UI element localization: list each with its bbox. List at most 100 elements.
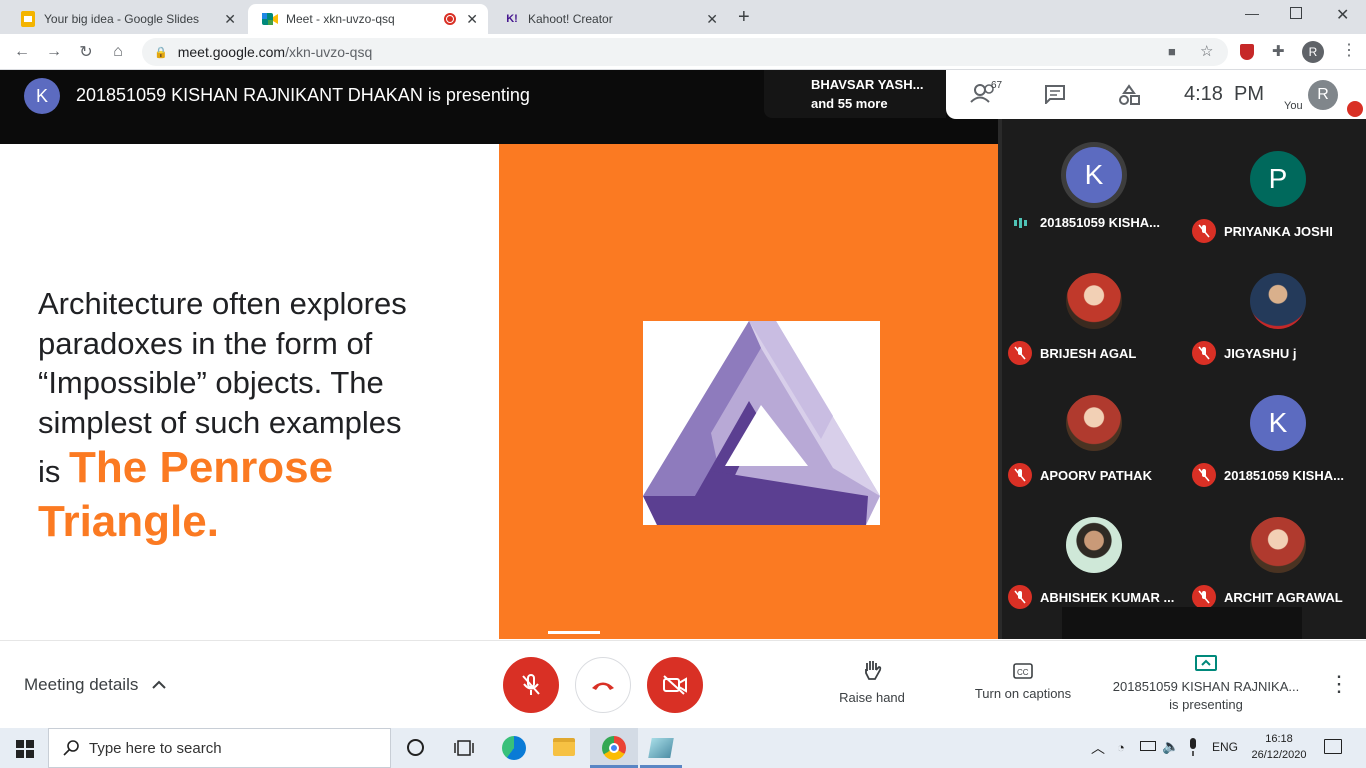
presentation-stage: Architecture often explores paradoxes in…: [0, 144, 998, 639]
participant-photo: [1066, 273, 1122, 329]
meet-controls: Meeting details Raise hand CC Turn on ca…: [0, 640, 1366, 728]
slide-line: is: [38, 454, 61, 489]
presenting-line1: 201851059 KISHAN RAJNIKA...: [1112, 679, 1300, 694]
participant-tile[interactable]: BRIJESH AGAL: [1002, 273, 1186, 365]
windows-taskbar: Type here to search ︿ ◔ 🔈 ENG 16:18 26/1…: [0, 728, 1366, 768]
start-button[interactable]: [16, 740, 34, 763]
task-view-icon[interactable]: [454, 739, 474, 762]
tab-kahoot[interactable]: K! Kahoot! Creator ✕: [490, 4, 728, 34]
present-screen-icon: [1195, 655, 1217, 671]
minimize-icon[interactable]: —: [1245, 5, 1259, 21]
more-vert-icon[interactable]: ⋮: [1341, 40, 1357, 60]
close-icon[interactable]: ✕: [466, 11, 478, 28]
leave-call-button[interactable]: [575, 657, 631, 713]
participant-tile[interactable]: ARCHIT AGRAWAL: [1186, 517, 1366, 609]
you-label: You: [1284, 100, 1303, 112]
penrose-triangle-image: [643, 321, 880, 525]
self-mic-off-icon: [1347, 101, 1363, 117]
taskbar-app[interactable]: [640, 728, 682, 768]
participant-tile[interactable]: ABHISHEK KUMAR ...: [1002, 517, 1186, 609]
tab-title: Your big idea - Google Slides: [44, 12, 199, 26]
camera-off-icon: [663, 675, 687, 695]
wifi-icon[interactable]: ◔: [1117, 740, 1125, 755]
close-icon[interactable]: ✕: [224, 11, 236, 28]
participant-tile[interactable]: JIGYASHU j: [1186, 273, 1366, 365]
kahoot-icon: K!: [506, 13, 518, 25]
home-icon[interactable]: ⌂: [106, 40, 130, 64]
notifications-icon[interactable]: [1324, 739, 1342, 754]
browser-tab-strip: Your big idea - Google Slides ✕ Meet - x…: [0, 0, 1366, 34]
participant-count: 67: [991, 80, 1003, 91]
new-tab-icon[interactable]: +: [738, 6, 750, 29]
slide-line: Architecture often explores: [38, 286, 407, 321]
participant-tile[interactable]: APOORV PATHAK: [1002, 395, 1186, 487]
file-explorer-icon[interactable]: [553, 738, 575, 756]
raise-hand-button[interactable]: Raise hand: [822, 659, 922, 705]
profile-avatar[interactable]: R: [1302, 41, 1324, 63]
edge-icon[interactable]: [502, 736, 526, 760]
hand-icon: [865, 661, 882, 680]
participant-tile[interactable]: K 201851059 KISHA...: [1186, 395, 1366, 487]
tab-meet[interactable]: Meet - xkn-uvzo-qsq ✕: [248, 4, 488, 34]
star-icon[interactable]: ☆: [1200, 42, 1213, 60]
participant-photo: [1066, 517, 1122, 573]
participant-photo: [1066, 395, 1122, 451]
url-path: /xkn-uvzo-qsq: [285, 44, 373, 60]
chat-icon: [1045, 85, 1065, 106]
captions-button[interactable]: CC Turn on captions: [960, 663, 1086, 701]
cortana-icon[interactable]: [407, 739, 424, 756]
close-window-icon[interactable]: ✕: [1336, 5, 1349, 25]
shield-extension-icon[interactable]: [1240, 44, 1254, 60]
back-icon[interactable]: ←: [10, 40, 34, 64]
more-tiles-strip: [1062, 607, 1302, 639]
mic-off-icon: [1192, 463, 1216, 487]
taskbar-chrome[interactable]: [590, 728, 638, 768]
tab-google-slides[interactable]: Your big idea - Google Slides ✕: [6, 4, 246, 34]
activities-button[interactable]: [1118, 84, 1140, 111]
participant-name: APOORV PATHAK: [1040, 467, 1152, 483]
others-summary[interactable]: BHAVSAR YASH... and 55 more: [764, 70, 946, 118]
browser-toolbar: ← → ↻ ⌂ 🔒 meet.google.com/xkn-uvzo-qsq ■…: [0, 34, 1366, 70]
meeting-details-button[interactable]: Meeting details: [24, 675, 167, 695]
reload-icon[interactable]: ↻: [74, 40, 98, 64]
language-indicator[interactable]: ENG: [1212, 740, 1238, 754]
search-placeholder: Type here to search: [89, 739, 222, 757]
presentation-status-button[interactable]: 201851059 KISHAN RAJNIKA... is presentin…: [1104, 655, 1308, 714]
address-bar[interactable]: 🔒 meet.google.com/xkn-uvzo-qsq ■ ☆: [142, 38, 1228, 66]
others-line1: BHAVSAR YASH...: [811, 77, 924, 92]
slides-icon: [20, 11, 36, 27]
windows-logo-icon: [16, 740, 34, 758]
participant-tile[interactable]: K 201851059 KISHA...: [1002, 147, 1186, 230]
chevron-up-icon[interactable]: ︿: [1091, 738, 1105, 758]
slide-progress-indicator: [548, 631, 600, 634]
more-options-icon[interactable]: ⋮: [1328, 671, 1350, 697]
camera-toggle-button[interactable]: [647, 657, 703, 713]
chat-button[interactable]: [1044, 84, 1066, 109]
restore-icon[interactable]: [1290, 7, 1302, 19]
mic-off-icon: [1192, 585, 1216, 609]
mic-off-icon: [1008, 341, 1032, 365]
mic-off-icon: [1192, 219, 1216, 243]
participant-tile[interactable]: P PRIYANKA JOSHI: [1186, 151, 1366, 243]
extensions-icon[interactable]: ✚: [1272, 42, 1285, 60]
mic-off-icon: [1008, 463, 1032, 487]
close-icon[interactable]: ✕: [706, 11, 718, 28]
people-button[interactable]: 67: [970, 80, 1010, 108]
participants-grid: K 201851059 KISHA... P PRIYANKA JOSHI BR…: [998, 119, 1366, 639]
battery-icon[interactable]: [1140, 741, 1156, 751]
camera-icon[interactable]: ■: [1168, 44, 1176, 59]
slide-line: paradoxes in the form of: [38, 325, 373, 361]
volume-icon[interactable]: 🔈: [1162, 738, 1179, 755]
taskbar-search-box[interactable]: Type here to search: [48, 728, 391, 768]
forward-icon[interactable]: →: [42, 40, 66, 64]
participant-avatar: K: [1250, 395, 1306, 451]
system-clock[interactable]: 16:18 26/12/2020: [1248, 731, 1310, 763]
participant-avatar: K: [1066, 147, 1122, 203]
self-avatar[interactable]: R: [1308, 80, 1338, 110]
participant-name: 201851059 KISHA...: [1040, 215, 1160, 230]
meet-icon: [262, 11, 278, 27]
mic-toggle-button[interactable]: [503, 657, 559, 713]
slide-line: simplest of such examples: [38, 404, 402, 440]
mic-off-icon: [522, 674, 540, 695]
speaking-indicator-icon: [1008, 217, 1032, 228]
